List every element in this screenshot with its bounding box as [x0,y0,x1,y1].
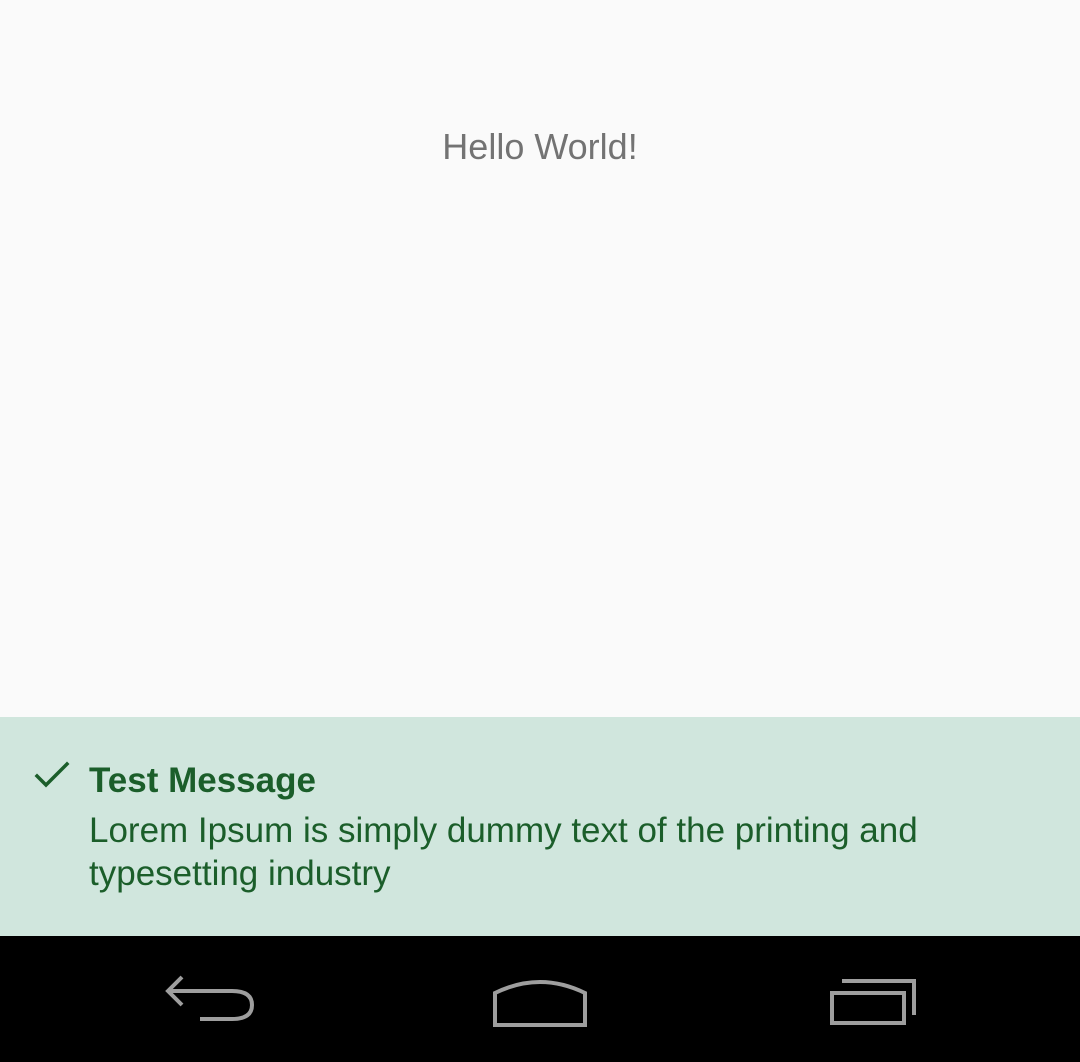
back-button[interactable] [110,936,310,1062]
home-button[interactable] [440,936,640,1062]
alert-message: Lorem Ipsum is simply dummy text of the … [89,811,918,893]
home-icon [493,980,587,1027]
back-icon [165,975,255,1021]
alert-title: Test Message [89,761,316,800]
check-icon [34,761,70,788]
app-content: Hello World! [0,0,1080,717]
hello-text: Hello World! [442,126,638,167]
recent-apps-button[interactable] [772,936,972,1062]
recent-apps-icon [830,979,916,1025]
